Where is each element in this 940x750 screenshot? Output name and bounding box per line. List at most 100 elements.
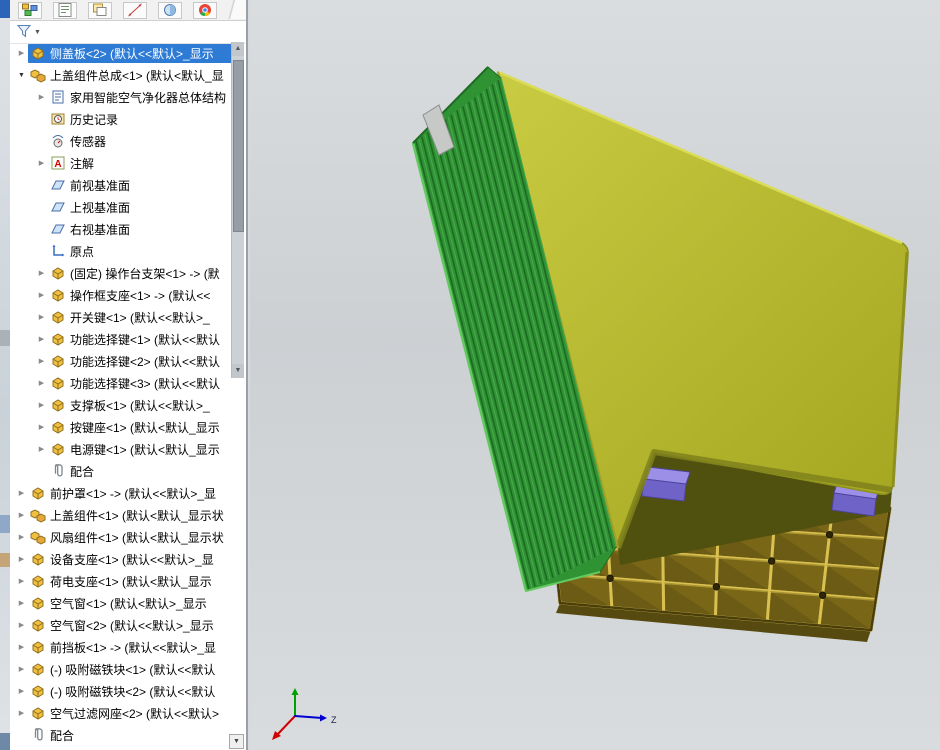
- tree-item-content[interactable]: 历史记录: [48, 110, 234, 129]
- tree-item-content[interactable]: 原点: [48, 242, 234, 261]
- expand-arrow-icon[interactable]: ▶: [15, 577, 28, 585]
- expand-arrow-icon[interactable]: ▶: [35, 335, 48, 343]
- cam-tab-icon[interactable]: [193, 2, 217, 19]
- tree-item-content[interactable]: 荷电支座<1> (默认<默认_显示: [28, 572, 234, 591]
- tree-item[interactable]: ▶功能选择键<3> (默认<<默认: [10, 372, 234, 394]
- tree-item[interactable]: ▶A注解: [10, 152, 234, 174]
- tree-item-content[interactable]: 风扇组件<1> (默认<默认_显示状: [28, 528, 234, 547]
- tree-item[interactable]: ▼上盖组件总成<1> (默认<默认_显: [10, 64, 234, 86]
- tree-item[interactable]: ▶家用智能空气净化器总体结构: [10, 86, 234, 108]
- expand-arrow-icon[interactable]: ▶: [15, 643, 28, 651]
- expand-arrow-icon[interactable]: ▶: [15, 533, 28, 541]
- expand-arrow-icon[interactable]: ▶: [35, 269, 48, 277]
- tree-item[interactable]: 配合: [10, 460, 234, 482]
- displaymanager-tab-icon[interactable]: [158, 2, 182, 19]
- expand-arrow-icon[interactable]: ▶: [15, 687, 28, 695]
- tree-item-content[interactable]: A注解: [48, 154, 234, 173]
- expand-arrow-icon[interactable]: ▶: [35, 159, 48, 167]
- tree-item[interactable]: ▶风扇组件<1> (默认<默认_显示状: [10, 526, 234, 548]
- propertymanager-tab-icon[interactable]: [53, 2, 77, 19]
- tree-item[interactable]: ▶功能选择键<1> (默认<<默认: [10, 328, 234, 350]
- expand-arrow-icon[interactable]: ▶: [35, 379, 48, 387]
- tree-item-content[interactable]: 侧盖板<2> (默认<<默认>_显示: [28, 44, 234, 63]
- tree-item[interactable]: 传感器: [10, 130, 234, 152]
- graphics-area[interactable]: Z: [250, 0, 940, 750]
- tree-item[interactable]: ▶支撑板<1> (默认<<默认>_: [10, 394, 234, 416]
- tree-item[interactable]: ▶功能选择键<2> (默认<<默认: [10, 350, 234, 372]
- expand-arrow-icon[interactable]: ▶: [15, 489, 28, 497]
- tree-item-content[interactable]: (-) 吸附磁铁块<1> (默认<<默认: [28, 660, 234, 679]
- expand-arrow-icon[interactable]: ▶: [15, 665, 28, 673]
- tree-item[interactable]: 原点: [10, 240, 234, 262]
- tree-item-content[interactable]: 空气过滤网座<2> (默认<<默认>: [28, 704, 234, 723]
- expand-arrow-icon[interactable]: ▶: [15, 599, 28, 607]
- tree-item-content[interactable]: 空气窗<1> (默认<默认>_显示: [28, 594, 234, 613]
- scroll-up-icon[interactable]: ▲: [232, 42, 244, 56]
- tree-item-content[interactable]: (-) 吸附磁铁块<2> (默认<<默认: [28, 682, 234, 701]
- expand-arrow-icon[interactable]: ▶: [35, 313, 48, 321]
- tree-item-content[interactable]: 空气窗<2> (默认<<默认>_显示: [28, 616, 234, 635]
- expand-arrow-icon[interactable]: ▶: [15, 555, 28, 563]
- tree-item-content[interactable]: 前视基准面: [48, 176, 234, 195]
- tree-item[interactable]: ▶荷电支座<1> (默认<默认_显示: [10, 570, 234, 592]
- tree-item-content[interactable]: 功能选择键<1> (默认<<默认: [48, 330, 234, 349]
- expand-arrow-icon[interactable]: ▶: [35, 357, 48, 365]
- tree-item-content[interactable]: 前挡板<1> -> (默认<<默认>_显: [28, 638, 234, 657]
- tree-item-content[interactable]: 按键座<1> (默认<默认_显示: [48, 418, 234, 437]
- tree-item-content[interactable]: 功能选择键<3> (默认<<默认: [48, 374, 234, 393]
- tree-item-content[interactable]: 家用智能空气净化器总体结构: [48, 88, 234, 107]
- tree-item[interactable]: ▶侧盖板<2> (默认<<默认>_显示: [10, 42, 234, 64]
- tree-item[interactable]: ▶设备支座<1> (默认<<默认>_显: [10, 548, 234, 570]
- tree-item[interactable]: ▶按键座<1> (默认<默认_显示: [10, 416, 234, 438]
- expand-arrow-icon[interactable]: ▶: [35, 445, 48, 453]
- tree-item[interactable]: ▶(固定) 操作台支架<1> -> (默: [10, 262, 234, 284]
- tree-item-content[interactable]: 支撑板<1> (默认<<默认>_: [48, 396, 234, 415]
- configurationmanager-tab-icon[interactable]: [88, 2, 112, 19]
- tree-item[interactable]: ▶前护罩<1> -> (默认<<默认>_显: [10, 482, 234, 504]
- tree-item[interactable]: ▶空气过滤网座<2> (默认<<默认>: [10, 702, 234, 724]
- tree-item-content[interactable]: 配合: [28, 726, 234, 745]
- tree-item-content[interactable]: 设备支座<1> (默认<<默认>_显: [28, 550, 234, 569]
- tree-item-content[interactable]: 前护罩<1> -> (默认<<默认>_显: [28, 484, 234, 503]
- expand-arrow-icon[interactable]: ▶: [15, 49, 28, 57]
- tree-item[interactable]: ▶空气窗<2> (默认<<默认>_显示: [10, 614, 234, 636]
- expand-arrow-icon[interactable]: ▶: [15, 709, 28, 717]
- dimxpertmanager-tab-icon[interactable]: [123, 2, 147, 19]
- tree-item[interactable]: 右视基准面: [10, 218, 234, 240]
- tree-item[interactable]: ▶操作框支座<1> -> (默认<<: [10, 284, 234, 306]
- 3d-viewport[interactable]: Z: [250, 0, 940, 750]
- tree-item[interactable]: ▶(-) 吸附磁铁块<2> (默认<<默认: [10, 680, 234, 702]
- tree-item[interactable]: ▶开关键<1> (默认<<默认>_: [10, 306, 234, 328]
- tree-item[interactable]: ▶电源键<1> (默认<默认_显示: [10, 438, 234, 460]
- tree-item[interactable]: ▶(-) 吸附磁铁块<1> (默认<<默认: [10, 658, 234, 680]
- filter-dropdown-icon[interactable]: ▼: [34, 29, 41, 36]
- tree-item[interactable]: 历史记录: [10, 108, 234, 130]
- expand-arrow-icon[interactable]: ▶: [15, 621, 28, 629]
- expand-arrow-icon[interactable]: ▶: [35, 93, 48, 101]
- expand-arrow-icon[interactable]: ▼: [15, 72, 28, 79]
- tree-item[interactable]: 前视基准面: [10, 174, 234, 196]
- tree-item-content[interactable]: 开关键<1> (默认<<默认>_: [48, 308, 234, 327]
- scrollbar-thumb[interactable]: [233, 60, 244, 232]
- tree-item[interactable]: 上视基准面: [10, 196, 234, 218]
- tree-item[interactable]: ▶上盖组件<1> (默认<默认_显示状: [10, 504, 234, 526]
- tree-item-content[interactable]: 传感器: [48, 132, 234, 151]
- tree-item-content[interactable]: 上视基准面: [48, 198, 234, 217]
- expand-arrow-icon[interactable]: ▶: [35, 291, 48, 299]
- tree-item-content[interactable]: 电源键<1> (默认<默认_显示: [48, 440, 234, 459]
- tree-item-content[interactable]: 右视基准面: [48, 220, 234, 239]
- tree-item-content[interactable]: 功能选择键<2> (默认<<默认: [48, 352, 234, 371]
- tree-scroll-down-button[interactable]: ▼: [229, 734, 244, 749]
- scroll-down-icon[interactable]: ▼: [232, 364, 244, 378]
- expand-arrow-icon[interactable]: ▶: [15, 511, 28, 519]
- tree-vertical-scrollbar[interactable]: ▲ ▼: [231, 42, 244, 378]
- tree-item[interactable]: 配合: [10, 724, 234, 746]
- tree-item-content[interactable]: 操作框支座<1> -> (默认<<: [48, 286, 234, 305]
- expand-arrow-icon[interactable]: ▶: [35, 423, 48, 431]
- tree-item-content[interactable]: 上盖组件<1> (默认<默认_显示状: [28, 506, 234, 525]
- tree-item-content[interactable]: 上盖组件总成<1> (默认<默认_显: [28, 66, 234, 85]
- featuremanager-tab-icon[interactable]: [18, 2, 42, 19]
- filter-icon[interactable]: [17, 24, 31, 41]
- tree-item-content[interactable]: (固定) 操作台支架<1> -> (默: [48, 264, 234, 283]
- tree-item-content[interactable]: 配合: [48, 462, 234, 481]
